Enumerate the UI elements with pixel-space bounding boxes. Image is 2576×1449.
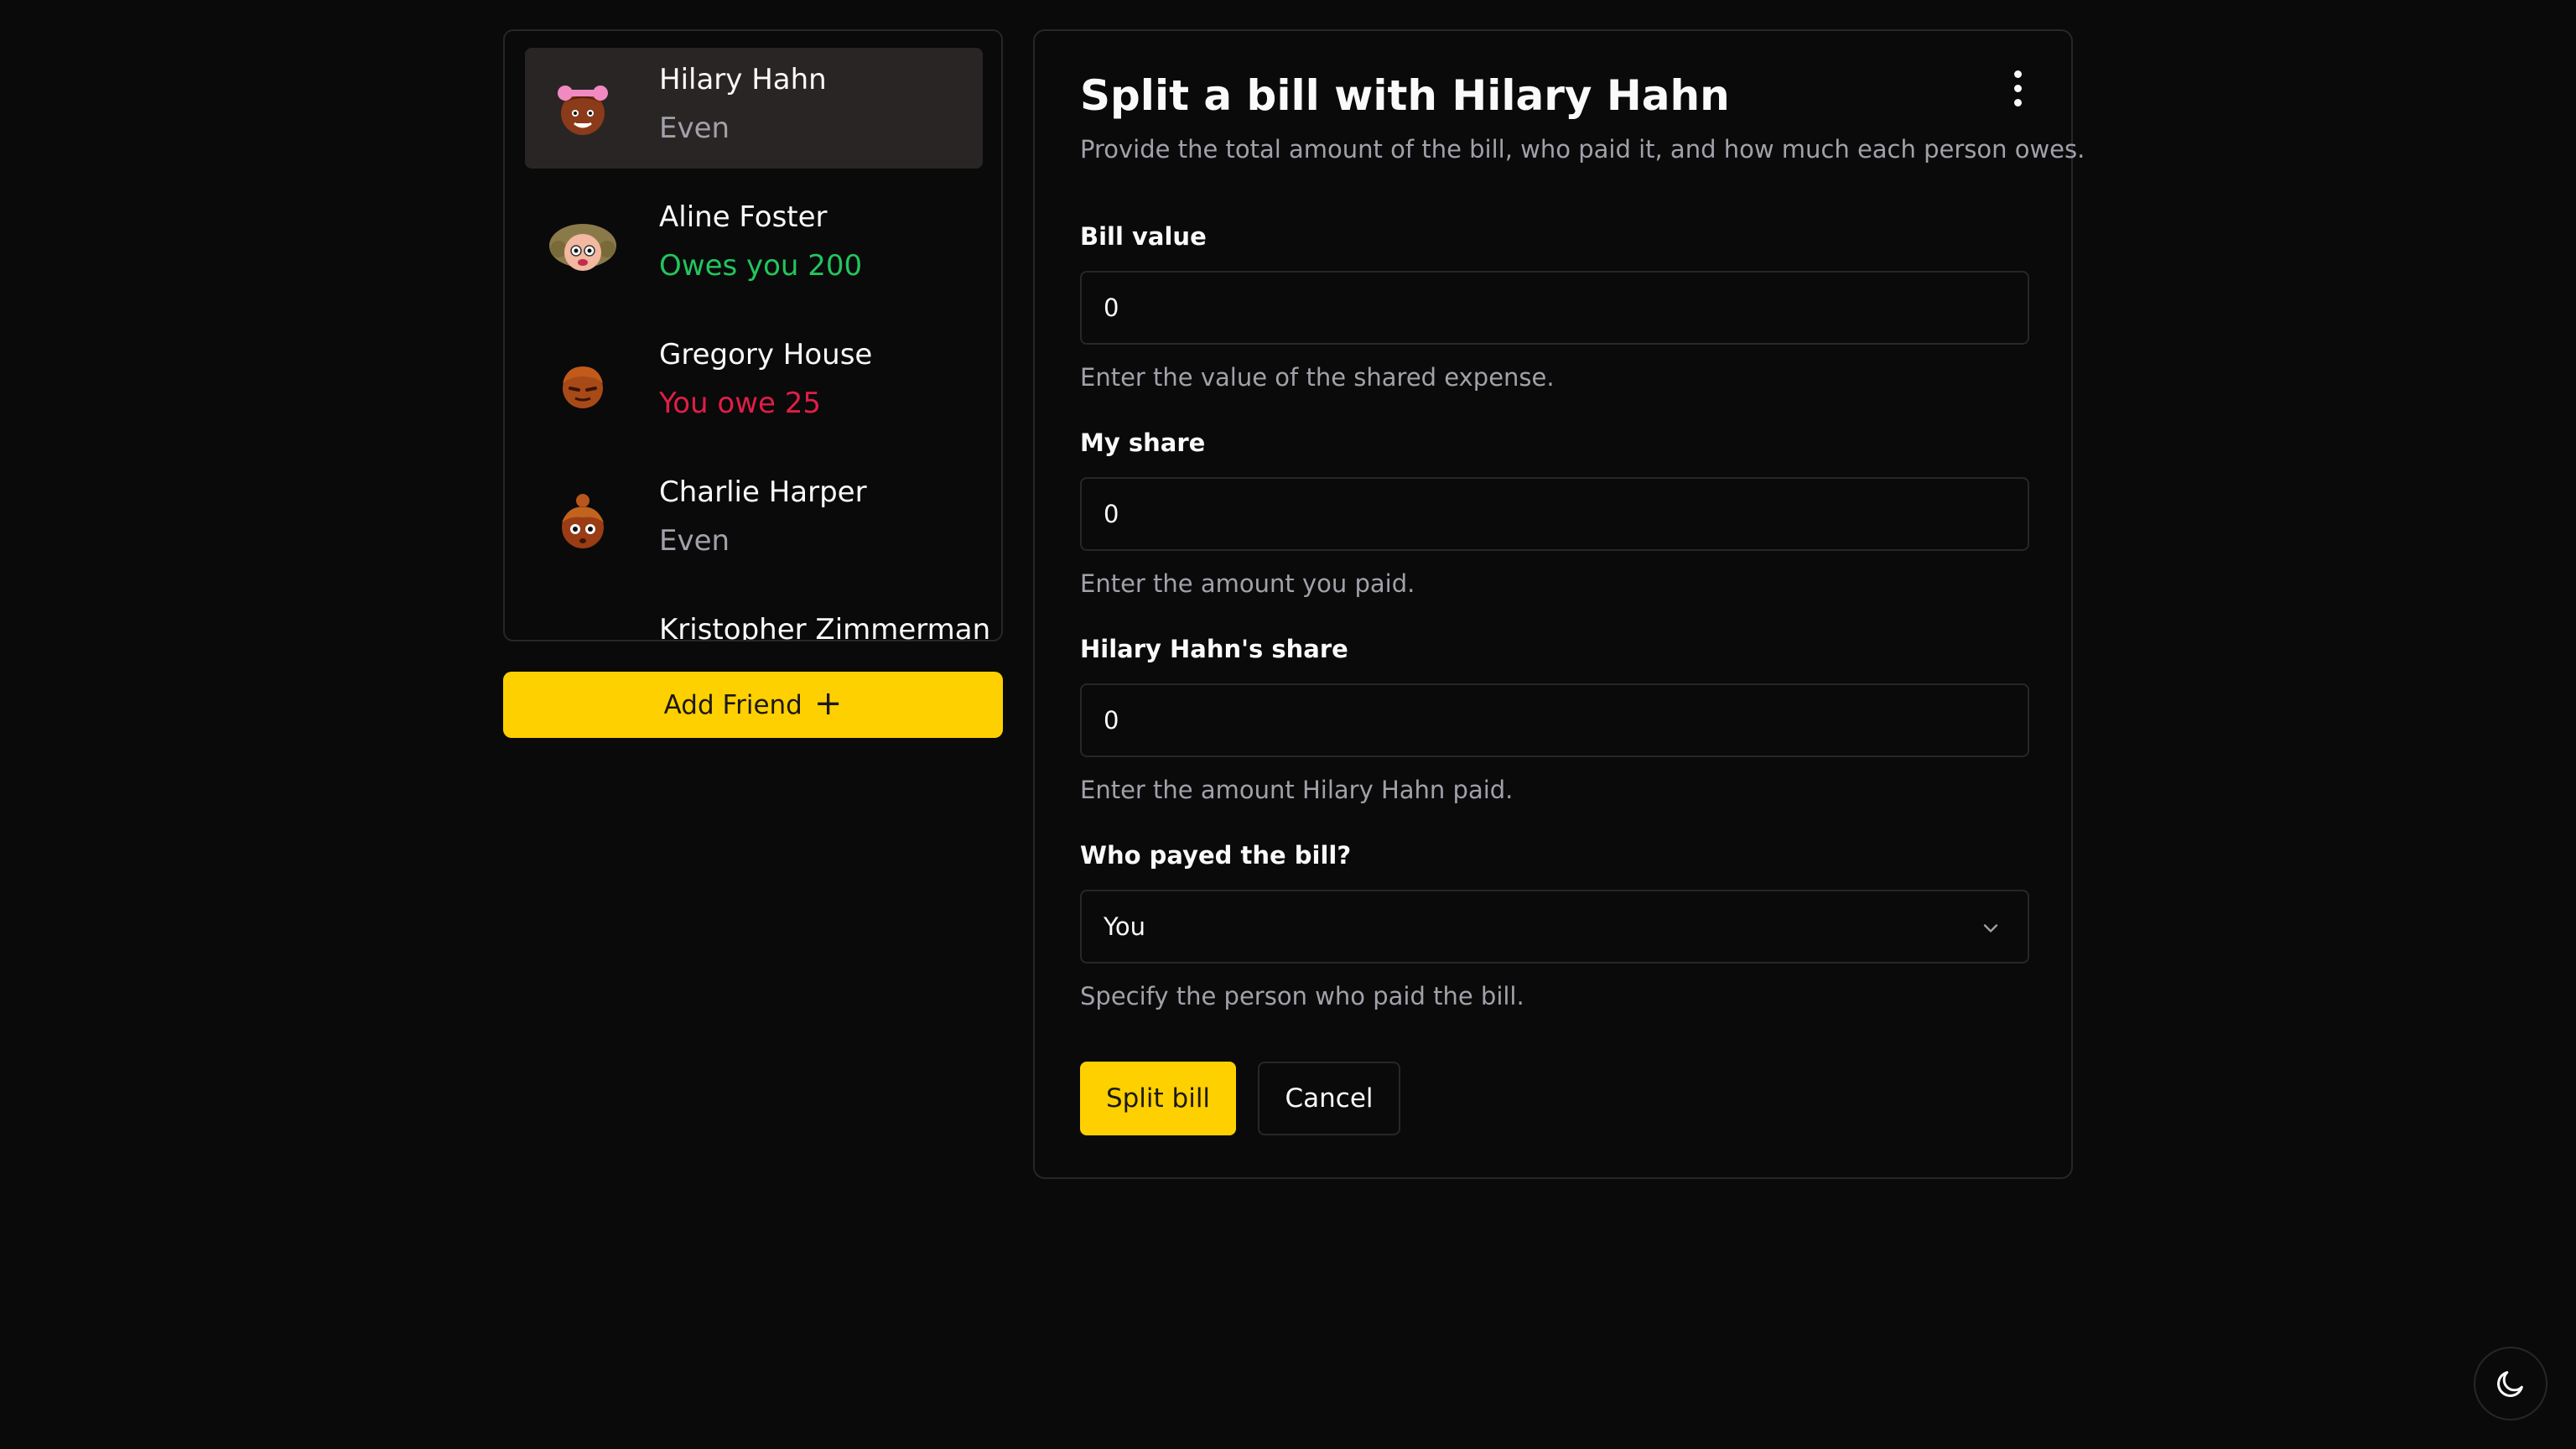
- card-description: Provide the total amount of the bill, wh…: [1080, 135, 2085, 164]
- payer-selected-text: You: [1104, 912, 1145, 941]
- bill-value-label: Bill value: [1080, 222, 1207, 251]
- avatar: [547, 623, 619, 640]
- friend-name: Kristopher Zimmerman: [659, 613, 991, 641]
- friend-item-charlie-harper[interactable]: Charlie Harper Even: [525, 460, 983, 581]
- my-share-hint: Enter the amount you paid.: [1080, 569, 1415, 598]
- avatar: [547, 348, 619, 420]
- friend-balance: Even: [659, 112, 730, 145]
- chevron-down-icon: [1983, 924, 1998, 932]
- friend-balance: Owes you 200: [659, 249, 863, 283]
- payer-label: Who payed the bill?: [1080, 841, 1352, 870]
- cancel-label: Cancel: [1285, 1083, 1374, 1114]
- split-bill-card: Split a bill with Hilary Hahn Provide th…: [1033, 29, 2085, 1179]
- my-share-label: My share: [1080, 428, 1206, 457]
- friend-name: Aline Foster: [659, 200, 828, 234]
- bill-value-hint: Enter the value of the shared expense.: [1080, 363, 1555, 392]
- payer-hint: Specify the person who paid the bill.: [1080, 982, 1524, 1010]
- my-share-text: 0: [1104, 500, 1119, 528]
- plus-icon: +: [813, 683, 843, 723]
- friend-item-hilary-hahn[interactable]: Hilary Hahn Even: [525, 48, 983, 169]
- add-friend-button[interactable]: Add Friend +: [503, 672, 1003, 738]
- friend-item-kristopher-zimmerman[interactable]: Kristopher Zimmerman: [525, 598, 990, 640]
- friend-share-label: Hilary Hahn's share: [1080, 635, 1348, 663]
- card-title: Split a bill with Hilary Hahn: [1080, 71, 1730, 120]
- friend-item-aline-foster[interactable]: Aline Foster Owes you 200: [525, 185, 983, 306]
- app-root: Hilary Hahn Even Aline Foster Owes you 2…: [0, 0, 2576, 1449]
- bill-value-input[interactable]: 0: [1080, 271, 2029, 345]
- split-bill-label: Split bill: [1105, 1083, 1211, 1114]
- avatar: [547, 210, 619, 283]
- friend-balance: Even: [659, 524, 730, 558]
- friend-share-hint: Enter the amount Hilary Hahn paid.: [1080, 776, 1514, 804]
- avatar: [547, 486, 619, 558]
- friend-share-input[interactable]: 0: [1080, 683, 2029, 757]
- avatar: [547, 73, 619, 145]
- friend-list: Hilary Hahn Even Aline Foster Owes you 2…: [503, 29, 1003, 641]
- friend-name: Hilary Hahn: [659, 63, 827, 96]
- moon-icon: [2497, 1371, 2523, 1397]
- friend-balance: You owe 25: [659, 387, 822, 420]
- friend-share-text: 0: [1104, 706, 1119, 735]
- add-friend-label: Add Friend: [663, 689, 802, 720]
- payer-select[interactable]: You: [1080, 890, 2029, 963]
- friend-name: Charlie Harper: [659, 475, 867, 509]
- theme-toggle-button[interactable]: [2474, 1347, 2547, 1420]
- cancel-button[interactable]: Cancel: [1258, 1062, 1400, 1135]
- friend-name: Gregory House: [659, 338, 873, 371]
- more-vertical-icon[interactable]: [2001, 63, 2034, 113]
- friend-item-gregory-house[interactable]: Gregory House You owe 25: [525, 323, 983, 444]
- my-share-input[interactable]: 0: [1080, 477, 2029, 551]
- bill-value-text: 0: [1104, 293, 1119, 322]
- split-bill-button[interactable]: Split bill: [1080, 1062, 1236, 1135]
